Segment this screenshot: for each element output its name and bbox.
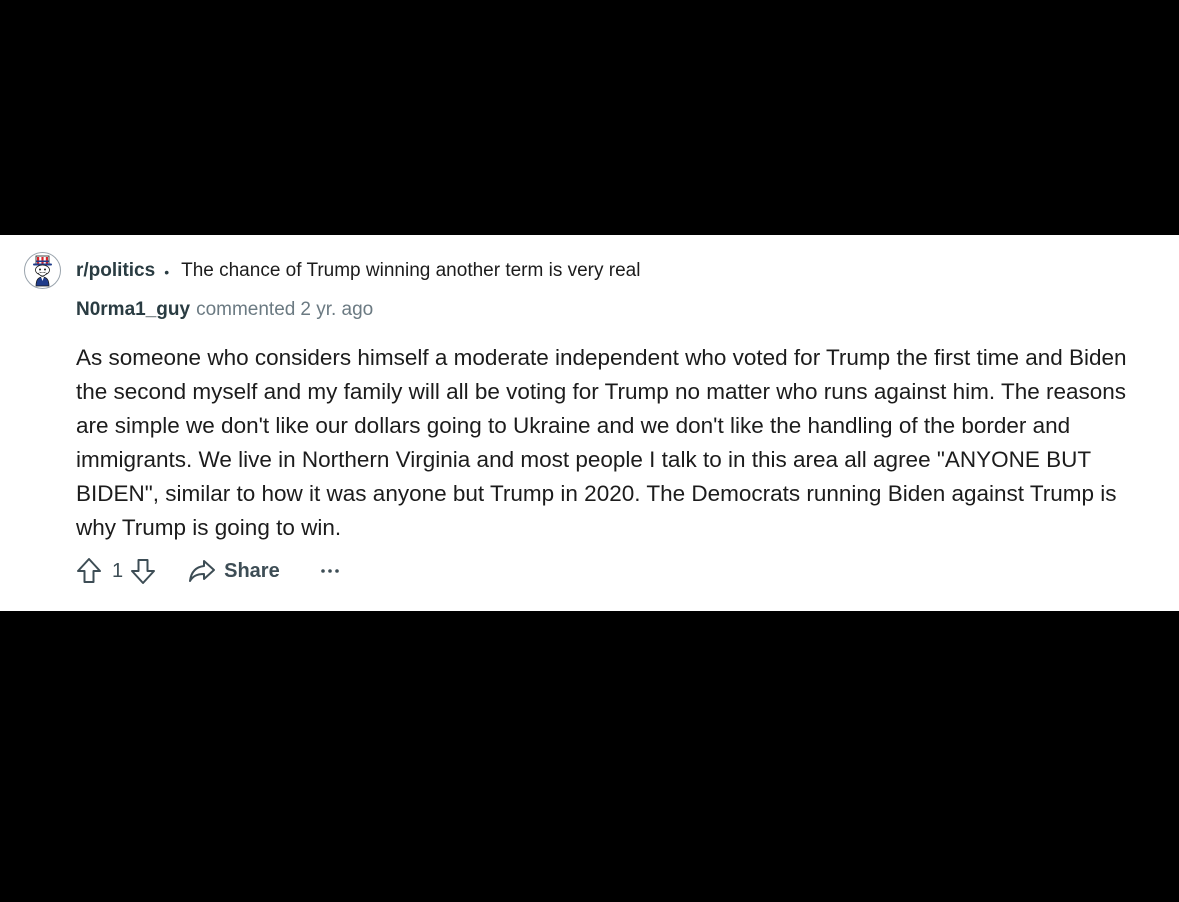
post-title-link[interactable]: The chance of Trump winning another term… [181, 260, 640, 282]
more-options-button[interactable] [320, 568, 340, 574]
meta-separator: • [164, 264, 170, 280]
more-options-icon [320, 569, 339, 573]
subreddit-avatar[interactable] [24, 252, 61, 289]
downvote-icon [131, 559, 156, 584]
upvote-button[interactable] [74, 556, 104, 586]
downvote-button[interactable] [128, 556, 158, 586]
comment-action-label: commented [196, 299, 296, 320]
comment-timestamp[interactable]: 2 yr. ago [300, 299, 373, 321]
uncle-sam-snoo-icon [33, 255, 52, 287]
share-label: Share [224, 559, 280, 582]
upvote-icon [77, 558, 101, 583]
comment-card: r/politics • The chance of Trump winning… [0, 235, 1179, 611]
share-icon [189, 560, 216, 582]
subreddit-link[interactable]: r/politics [76, 260, 155, 282]
post-meta-row: r/politics • The chance of Trump winning… [76, 259, 640, 283]
comment-action-bar: 1 Share [74, 555, 340, 587]
vote-count: 1 [112, 559, 124, 582]
share-button[interactable]: Share [188, 558, 280, 584]
comment-author-row: N0rma1_guy commented 2 yr. ago [76, 298, 373, 322]
comment-body: As someone who considers himself a moder… [76, 345, 1127, 540]
comment-author[interactable]: N0rma1_guy [76, 299, 190, 321]
